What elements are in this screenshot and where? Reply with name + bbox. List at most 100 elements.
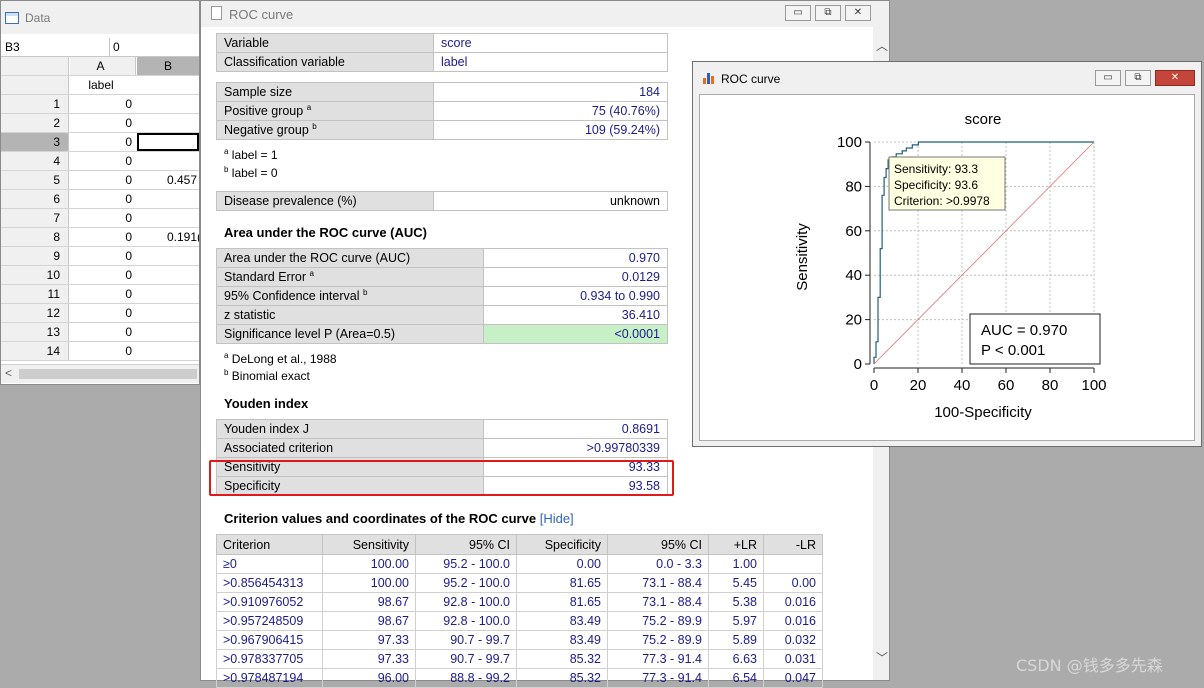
sheet-row[interactable]: 70 bbox=[1, 209, 199, 228]
cell-value-input[interactable]: 0 bbox=[113, 40, 120, 54]
sheet-row[interactable]: 12 0 bbox=[1, 304, 199, 323]
auc-heading: Area under the ROC curve (AUC) bbox=[224, 225, 427, 240]
scroll-down-icon[interactable]: ﹀ bbox=[876, 649, 888, 666]
cell-b[interactable] bbox=[137, 114, 199, 132]
row-header[interactable]: 1 bbox=[1, 95, 69, 113]
cell-a[interactable]: 0 bbox=[70, 266, 136, 284]
plot-titlebar[interactable]: ROC curve ▭ ⧉ ✕ bbox=[693, 62, 1201, 92]
criterion-cell: 0.016 bbox=[763, 611, 823, 631]
scroll-up-icon[interactable]: ︿ bbox=[876, 37, 888, 54]
roc-chart[interactable]: score 100-Specificity Sensitivity 0 20 40 6… bbox=[700, 95, 1194, 440]
sheet-row[interactable]: 40 bbox=[1, 152, 199, 171]
row-header[interactable]: 14 bbox=[1, 342, 69, 360]
criterion-cell: 73.1 - 88.4 bbox=[607, 592, 709, 612]
row-header[interactable]: 7 bbox=[1, 209, 69, 227]
criterion-cell bbox=[763, 554, 823, 574]
sheet-row[interactable]: 13 0 bbox=[1, 323, 199, 342]
column-a-varname[interactable]: label bbox=[70, 76, 136, 94]
x-tick-label: 80 bbox=[1042, 377, 1059, 394]
cell-a[interactable]: 0 bbox=[70, 152, 136, 170]
roc-plot-window[interactable]: ROC curve ▭ ⧉ ✕ score 100-Specificity Se… bbox=[692, 61, 1202, 447]
sheet-row[interactable]: 8 0 0.191( bbox=[1, 228, 199, 247]
negative-group-value: 109 (59.24%) bbox=[433, 120, 668, 140]
cell-a[interactable]: 0 bbox=[70, 342, 136, 360]
scroll-left-icon[interactable]: < bbox=[5, 366, 12, 380]
cell-a[interactable]: 0 bbox=[70, 171, 136, 189]
criterion-cell: 0.032 bbox=[763, 630, 823, 650]
row-header[interactable]: 10 bbox=[1, 266, 69, 284]
criterion-cell: 77.3 - 91.4 bbox=[607, 668, 709, 688]
row-header[interactable]: 3 bbox=[1, 133, 69, 151]
sheet-row[interactable]: 11 0 bbox=[1, 285, 199, 304]
plot-restore-button[interactable]: ⧉ bbox=[1125, 70, 1151, 86]
sheet-row[interactable]: 5 0 0.457 bbox=[1, 171, 199, 190]
row-header[interactable]: 11 bbox=[1, 285, 69, 303]
cell-b[interactable] bbox=[137, 209, 199, 227]
row-header[interactable]: 13 bbox=[1, 323, 69, 341]
cell-b[interactable] bbox=[137, 247, 199, 265]
data-window[interactable]: Data B3 0 A B label 1 0 2 0 3 0 4 0 5 0 0.457 6 0 7 0 8… bbox=[0, 0, 200, 385]
cell-a[interactable]: 0 bbox=[70, 228, 136, 246]
column-header-b[interactable]: B bbox=[137, 57, 199, 75]
minimize-button[interactable]: ▭ bbox=[785, 5, 811, 21]
plot-minimize-button[interactable]: ▭ bbox=[1095, 70, 1121, 86]
cell-a[interactable]: 0 bbox=[70, 114, 136, 132]
row-header[interactable]: 12 bbox=[1, 304, 69, 322]
prevalence-table: Disease prevalence (%) unknown bbox=[216, 191, 668, 211]
sheet-row[interactable]: 10 0 bbox=[1, 266, 199, 285]
cell-b[interactable] bbox=[137, 95, 199, 113]
report-titlebar[interactable]: ROC curve ▭ ⧉ ✕ bbox=[201, 1, 889, 27]
close-button[interactable]: ✕ bbox=[845, 5, 871, 21]
cell-b[interactable] bbox=[137, 323, 199, 341]
column-header-row: A B bbox=[1, 57, 199, 76]
plot-close-button[interactable]: ✕ bbox=[1155, 70, 1195, 86]
cell-a[interactable]: 0 bbox=[70, 209, 136, 227]
cell-b[interactable]: 0.457 bbox=[137, 171, 199, 189]
cell-a[interactable]: 0 bbox=[70, 304, 136, 322]
se-label: Standard Error a bbox=[216, 267, 484, 287]
criterion-cell: >0.957248509 bbox=[216, 611, 323, 631]
cell-a[interactable]: 0 bbox=[70, 285, 136, 303]
plot-area[interactable]: score 100-Specificity Sensitivity 0 20 40 6… bbox=[699, 94, 1195, 441]
sheet-row[interactable]: 30 bbox=[1, 133, 199, 152]
cell-b[interactable]: 0.191( bbox=[137, 228, 199, 246]
auc-label: Area under the ROC curve (AUC) bbox=[216, 248, 484, 268]
cell-b[interactable] bbox=[137, 342, 199, 360]
sheet-row[interactable]: 20 bbox=[1, 114, 199, 133]
sheet-row[interactable]: 14 0 bbox=[1, 342, 199, 361]
criterion-cell: 92.8 - 100.0 bbox=[415, 611, 517, 631]
cell-a[interactable]: 0 bbox=[70, 247, 136, 265]
cell-a[interactable]: 0 bbox=[70, 323, 136, 341]
criterion-cell: 77.3 - 91.4 bbox=[607, 649, 709, 669]
cell-b[interactable] bbox=[137, 285, 199, 303]
restore-button[interactable]: ⧉ bbox=[815, 5, 841, 21]
data-window-titlebar[interactable]: Data bbox=[1, 1, 199, 34]
tooltip-sensitivity: Sensitivity: 93.3 bbox=[894, 162, 978, 176]
cell-b[interactable] bbox=[137, 304, 199, 322]
sheet-row[interactable]: 60 bbox=[1, 190, 199, 209]
cell-a[interactable]: 0 bbox=[70, 190, 136, 208]
cell-b[interactable] bbox=[137, 133, 199, 151]
row-header[interactable]: 9 bbox=[1, 247, 69, 265]
cell-b[interactable] bbox=[137, 190, 199, 208]
scroll-thumb[interactable] bbox=[19, 369, 197, 379]
spreadsheet-grid[interactable]: A B label 1 0 2 0 3 0 4 0 5 0 0.457 6 0 7 0 8 0 0.191(9 0 1… bbox=[1, 57, 199, 361]
cell-a[interactable]: 0 bbox=[70, 133, 136, 151]
row-header[interactable]: 4 bbox=[1, 152, 69, 170]
sheet-row[interactable]: 10 bbox=[1, 95, 199, 114]
cell-b[interactable] bbox=[137, 152, 199, 170]
cell-a[interactable]: 0 bbox=[70, 95, 136, 113]
row-header[interactable]: 5 bbox=[1, 171, 69, 189]
criterion-heading: Criterion values and coordinates of the … bbox=[224, 511, 574, 526]
hide-link[interactable]: [Hide] bbox=[540, 511, 574, 526]
row-header[interactable]: 6 bbox=[1, 190, 69, 208]
column-header-a[interactable]: A bbox=[70, 57, 136, 75]
tooltip-criterion: Criterion: >0.9978 bbox=[894, 194, 990, 208]
row-header[interactable]: 2 bbox=[1, 114, 69, 132]
horizontal-scrollbar[interactable]: < bbox=[1, 364, 199, 383]
row-header[interactable]: 8 bbox=[1, 228, 69, 246]
sheet-row[interactable]: 90 bbox=[1, 247, 199, 266]
x-tick-label: 100 bbox=[1081, 377, 1106, 394]
note-a: a label = 1 bbox=[224, 147, 278, 162]
cell-b[interactable] bbox=[137, 266, 199, 284]
